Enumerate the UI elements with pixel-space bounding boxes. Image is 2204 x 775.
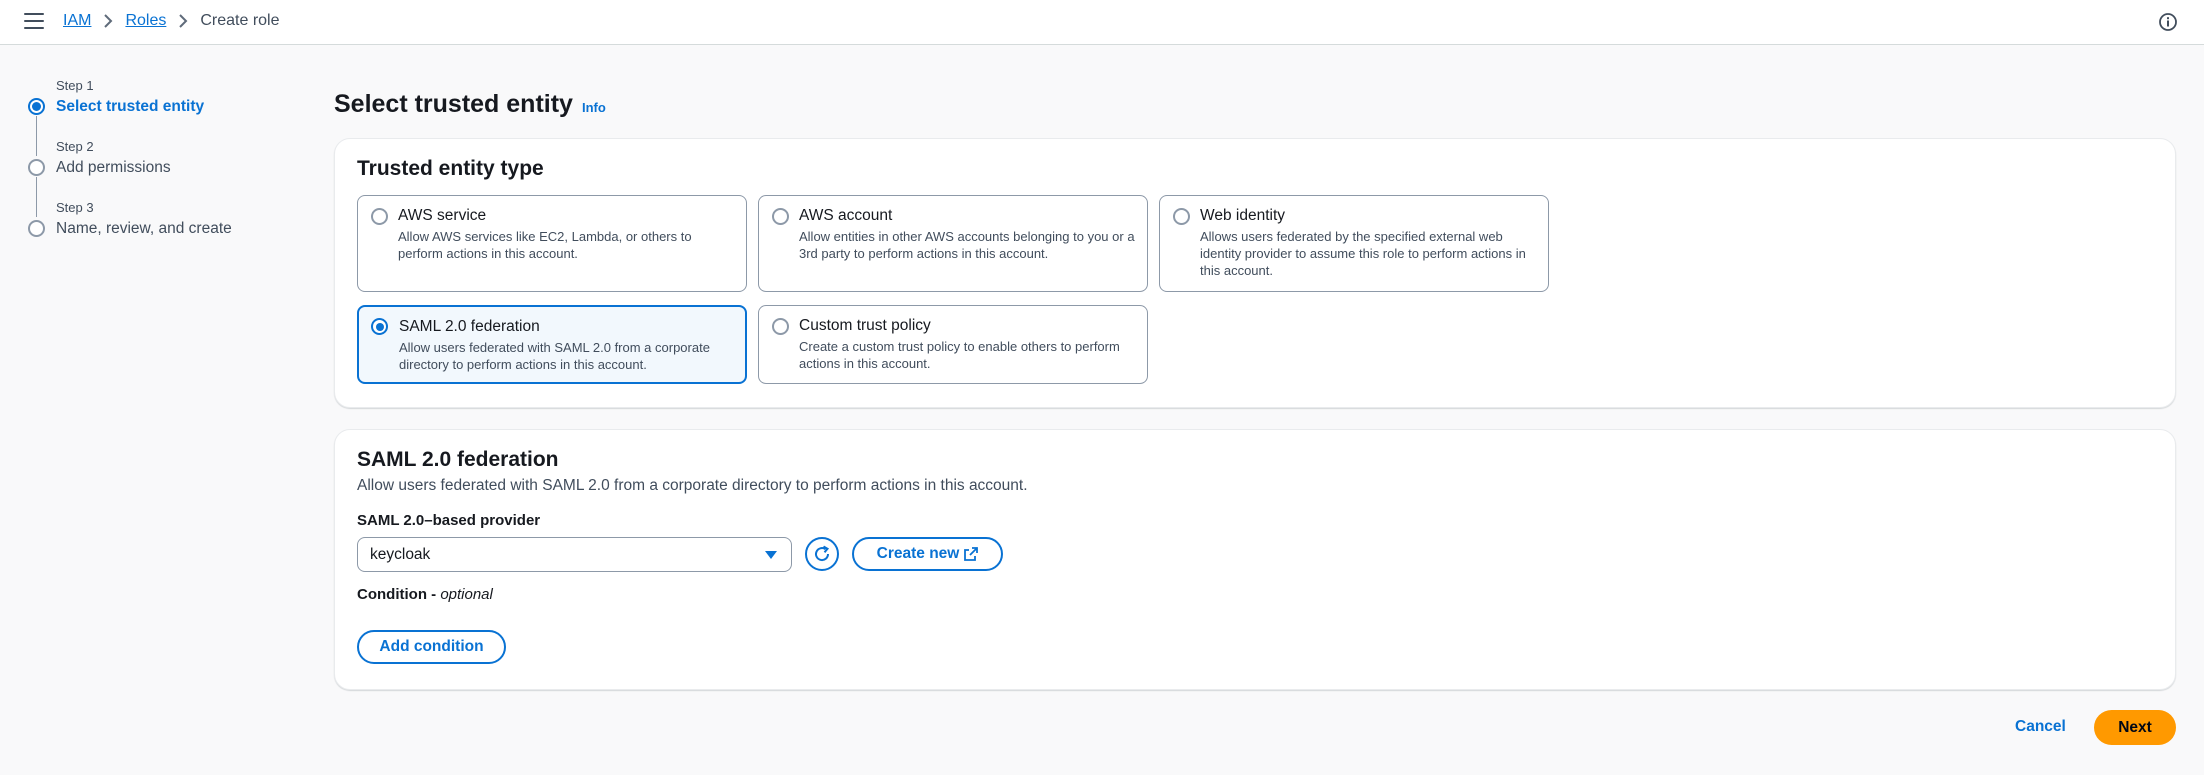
tile-aws-account[interactable]: AWS account Allow entities in other AWS … — [758, 195, 1148, 292]
step-title: Add permissions — [56, 159, 171, 176]
tile-title: AWS service — [398, 207, 487, 224]
saml-description: Allow users federated with SAML 2.0 from… — [357, 477, 1028, 494]
condition-optional-text: optional — [440, 586, 493, 603]
provider-label: SAML 2.0–based provider — [357, 512, 541, 529]
breadcrumb-roles-link[interactable]: Roles — [125, 12, 166, 30]
step-title: Select trusted entity — [56, 98, 205, 115]
cancel-button[interactable]: Cancel — [2015, 718, 2066, 736]
tile-title: SAML 2.0 federation — [399, 318, 540, 335]
tile-description: Create a custom trust policy to enable o… — [799, 339, 1120, 371]
condition-label: Condition - optional — [357, 586, 493, 603]
step-title: Name, review, and create — [56, 220, 232, 237]
tile-description: Allow users federated with SAML 2.0 from… — [399, 340, 710, 372]
tile-title: Web identity — [1200, 207, 1286, 224]
step-connector — [36, 177, 37, 217]
refresh-button[interactable] — [805, 537, 839, 571]
tile-description: Allow entities in other AWS accounts bel… — [799, 229, 1135, 261]
radio-saml-federation[interactable] — [371, 318, 388, 335]
tile-title: Custom trust policy — [799, 317, 931, 334]
create-new-provider-button[interactable]: Create new — [852, 537, 1003, 571]
tile-custom-trust-policy[interactable]: Custom trust policy Create a custom trus… — [758, 305, 1148, 384]
chevron-right-icon — [178, 14, 188, 28]
caret-down-icon — [765, 551, 777, 559]
trusted-entity-type-panel: Trusted entity type AWS service Allow AW… — [334, 138, 2176, 408]
step-active-icon — [28, 98, 45, 115]
tile-web-identity[interactable]: Web identity Allows users federated by t… — [1159, 195, 1549, 292]
menu-icon[interactable] — [24, 13, 44, 31]
step-pending-icon — [28, 159, 45, 176]
tile-title: AWS account — [799, 207, 893, 224]
saml-federation-panel: SAML 2.0 federation Allow users federate… — [334, 429, 2176, 690]
next-button[interactable]: Next — [2094, 710, 2176, 745]
saml-heading: SAML 2.0 federation — [357, 448, 559, 471]
radio-aws-account[interactable] — [772, 208, 789, 225]
tile-saml-federation[interactable]: SAML 2.0 federation Allow users federate… — [357, 305, 747, 384]
step-number: Step 3 — [56, 200, 94, 215]
info-link[interactable]: Info — [582, 100, 606, 115]
breadcrumb: IAM Roles Create role — [63, 12, 280, 30]
page-header: Select trusted entity Info — [334, 90, 606, 119]
saml-provider-value: keycloak — [370, 545, 431, 563]
step-number: Step 1 — [56, 78, 94, 93]
step-number: Step 2 — [56, 139, 94, 154]
saml-provider-select[interactable]: keycloak — [357, 537, 792, 572]
radio-custom-trust-policy[interactable] — [772, 318, 789, 335]
external-link-icon — [964, 547, 979, 561]
tile-description: Allows users federated by the specified … — [1200, 229, 1526, 278]
page-title: Select trusted entity — [334, 90, 573, 118]
condition-label-text: Condition - — [357, 586, 437, 603]
breadcrumb-current: Create role — [200, 12, 280, 29]
tile-aws-service[interactable]: AWS service Allow AWS services like EC2,… — [357, 195, 747, 292]
breadcrumb-iam-link[interactable]: IAM — [63, 12, 91, 30]
tile-description: Allow AWS services like EC2, Lambda, or … — [398, 229, 692, 261]
radio-aws-service[interactable] — [371, 208, 388, 225]
add-condition-button[interactable]: Add condition — [357, 630, 506, 664]
step-connector — [36, 116, 37, 156]
trusted-entity-heading: Trusted entity type — [357, 157, 544, 180]
step-pending-icon — [28, 220, 45, 237]
info-panel-icon[interactable] — [2158, 12, 2178, 32]
chevron-right-icon — [103, 14, 113, 28]
top-bar: IAM Roles Create role — [0, 0, 2204, 45]
create-new-label: Create new — [876, 545, 960, 562]
radio-web-identity[interactable] — [1173, 208, 1190, 225]
refresh-icon — [815, 545, 830, 562]
